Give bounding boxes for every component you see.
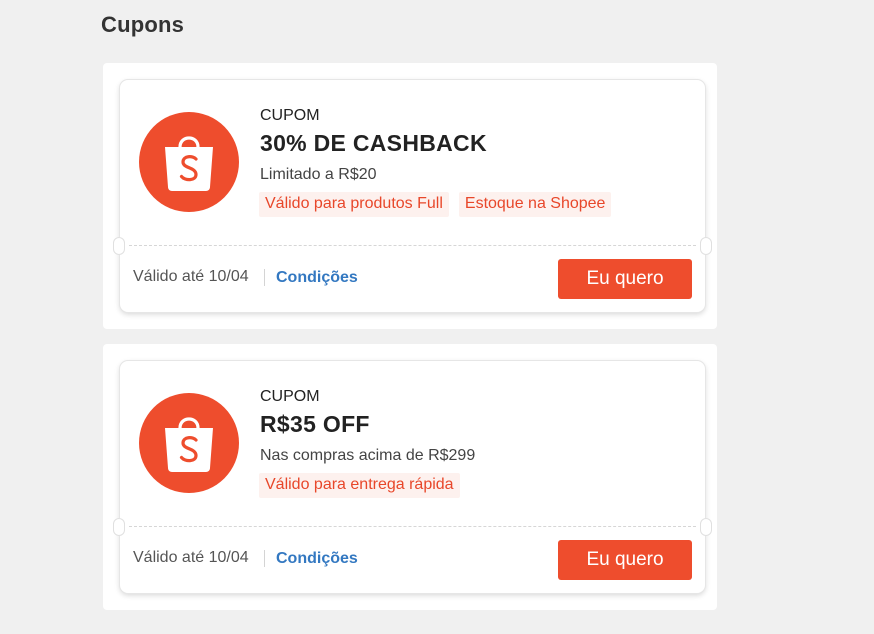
coupon-card: CUPOM R$35 OFF Nas compras acima de R$29… (113, 361, 712, 593)
valid-until-text: Válido até 10/04 (133, 268, 249, 285)
divider (129, 245, 696, 246)
coupon-tags: Válido para produtos Full Estoque na Sho… (259, 192, 612, 217)
coupon-tags: Válido para entrega rápida (259, 473, 460, 498)
page-title: Cupons (101, 12, 185, 37)
coupon-type-label: CUPOM (260, 388, 320, 405)
coupon-type-label: CUPOM (260, 107, 320, 124)
conditions-link[interactable]: Condições (276, 269, 358, 287)
valid-until-text: Válido até 10/04 (133, 549, 249, 566)
ticket-notch (700, 518, 712, 536)
coupon-subline: Nas compras acima de R$299 (260, 447, 476, 464)
coupon-subline: Limitado a R$20 (260, 166, 377, 183)
coupon-tag: Válido para entrega rápida (259, 473, 460, 498)
coupon-headline: 30% DE CASHBACK (260, 130, 487, 156)
shopee-bag-icon (139, 393, 239, 493)
shopee-bag-icon (139, 112, 239, 212)
ticket-notch (700, 237, 712, 255)
coupon-container: CUPOM R$35 OFF Nas compras acima de R$29… (103, 344, 717, 610)
divider (264, 269, 265, 286)
coupon-headline: R$35 OFF (260, 411, 370, 437)
ticket-notch (113, 237, 125, 255)
claim-coupon-button[interactable]: Eu quero (558, 259, 692, 299)
conditions-link[interactable]: Condições (276, 550, 358, 568)
divider (264, 550, 265, 567)
divider (129, 526, 696, 527)
coupon-card: CUPOM 30% DE CASHBACK Limitado a R$20 Vá… (113, 80, 712, 312)
claim-coupon-button[interactable]: Eu quero (558, 540, 692, 580)
ticket-notch (113, 518, 125, 536)
coupon-tag: Estoque na Shopee (458, 192, 612, 217)
coupon-container: CUPOM 30% DE CASHBACK Limitado a R$20 Vá… (103, 63, 717, 329)
coupon-tag: Válido para produtos Full (259, 192, 449, 217)
